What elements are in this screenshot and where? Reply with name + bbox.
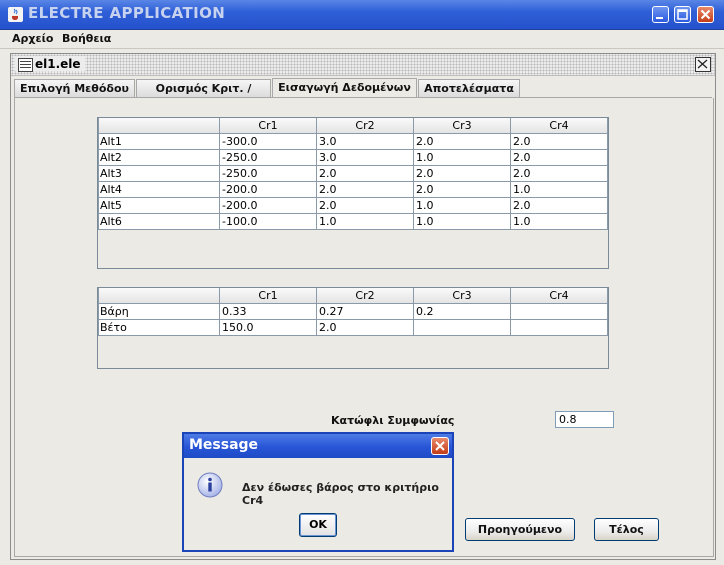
row-label-cell[interactable]: Βάρη (98, 303, 220, 320)
close-icon (697, 59, 708, 69)
table-cell[interactable] (510, 303, 608, 320)
column-header-cr3[interactable]: Cr3 (413, 288, 511, 304)
table-cell[interactable]: 2.0 (510, 133, 608, 150)
row-label-cell[interactable]: Alt6 (98, 213, 220, 230)
finish-button[interactable]: Τέλος (594, 518, 659, 541)
table-cell[interactable]: 2.0 (316, 181, 414, 198)
minimize-icon (656, 17, 663, 19)
table-row: Alt5 -200.0 2.0 1.0 2.0 (98, 197, 608, 214)
table-cell[interactable]: 1.0 (316, 213, 414, 230)
table-row: Alt4 -200.0 2.0 2.0 1.0 (98, 181, 608, 198)
row-label-cell[interactable]: Alt4 (98, 181, 220, 198)
column-header-cr2[interactable]: Cr2 (316, 118, 414, 134)
table-cell[interactable]: -200.0 (219, 197, 317, 214)
close-icon (435, 441, 445, 451)
window-title: ELECTRE APPLICATION (28, 4, 226, 22)
close-button[interactable] (697, 6, 714, 23)
column-header-cr4[interactable]: Cr4 (510, 288, 608, 304)
internal-frame-titlebar[interactable]: el1.ele (11, 54, 715, 76)
internal-frame-close-button[interactable] (695, 57, 711, 72)
tab-criteria[interactable]: Ορισμός Κριτ. / Εναλ. (136, 79, 271, 112)
menu-bar: Αρχείο Βοήθεια (0, 30, 724, 49)
alternatives-table[interactable]: Cr1 Cr2 Cr3 Cr4 Alt1 -300.0 3.0 2.0 2.0 Alt2 -250… (98, 118, 608, 230)
tab-results[interactable]: Αποτελέσματα (418, 79, 520, 97)
table-row: Βέτο 150.0 2.0 (98, 319, 608, 336)
table-cell[interactable]: 0.33 (219, 303, 317, 320)
dialog-title: Message (189, 437, 259, 453)
table-row: Alt2 -250.0 3.0 1.0 2.0 (98, 149, 608, 166)
title-bar[interactable]: ELECTRE APPLICATION (0, 0, 724, 30)
table-cell[interactable] (510, 319, 608, 336)
dialog-titlebar[interactable]: Message (184, 434, 452, 458)
table-cell[interactable]: -100.0 (219, 213, 317, 230)
table-cell[interactable]: 1.0 (413, 149, 511, 166)
table-cell[interactable]: 150.0 (219, 319, 317, 336)
column-header-cr3[interactable]: Cr3 (413, 118, 511, 134)
table-cell[interactable]: 2.0 (316, 165, 414, 182)
threshold-label: Κατώφλι Συμφωνίας (331, 414, 455, 427)
threshold-input[interactable]: 0.8 (555, 411, 614, 428)
row-label-cell[interactable]: Alt5 (98, 197, 220, 214)
table-cell[interactable]: 1.0 (413, 213, 511, 230)
maximize-button[interactable] (674, 6, 691, 23)
table-corner-header[interactable] (98, 118, 220, 134)
table-row: Alt1 -300.0 3.0 2.0 2.0 (98, 133, 608, 150)
table-cell[interactable]: -250.0 (219, 165, 317, 182)
document-icon (18, 58, 33, 72)
column-header-cr1[interactable]: Cr1 (219, 118, 317, 134)
row-label-cell[interactable]: Βέτο (98, 319, 220, 336)
table-cell[interactable]: 3.0 (316, 133, 414, 150)
table-cell[interactable] (413, 319, 511, 336)
java-cup-icon (8, 7, 23, 22)
menu-help[interactable]: Βοήθεια (62, 32, 111, 45)
table-corner-header[interactable] (98, 288, 220, 304)
previous-button[interactable]: Προηγούμενο (465, 518, 575, 541)
table-cell[interactable]: 2.0 (316, 319, 414, 336)
menu-file[interactable]: Αρχείο (12, 32, 53, 45)
table-cell[interactable]: 0.2 (413, 303, 511, 320)
table-cell[interactable]: 1.0 (510, 181, 608, 198)
minimize-button[interactable] (652, 6, 669, 23)
table-cell[interactable]: 2.0 (316, 197, 414, 214)
table-cell[interactable]: 1.0 (413, 197, 511, 214)
table-cell[interactable]: -250.0 (219, 149, 317, 166)
app-window: ELECTRE APPLICATION Αρχείο Βοήθεια el1.e… (0, 0, 724, 565)
alternatives-table-scrollpane: Cr1 Cr2 Cr3 Cr4 Alt1 -300.0 3.0 2.0 2.0 Alt2 -250… (97, 117, 609, 269)
table-cell[interactable]: 2.0 (413, 181, 511, 198)
tab-method[interactable]: Επιλογή Μεθόδου (14, 79, 135, 97)
table-row: Alt6 -100.0 1.0 1.0 1.0 (98, 213, 608, 230)
table-cell[interactable]: 2.0 (413, 133, 511, 150)
table-cell[interactable]: 2.0 (510, 149, 608, 166)
row-label-cell[interactable]: Alt3 (98, 165, 220, 182)
dialog-message: Δεν έδωσες βάρος στο κριτήριο Cr4 (242, 481, 439, 507)
row-label-cell[interactable]: Alt1 (98, 133, 220, 150)
table-row: Alt3 -250.0 2.0 2.0 2.0 (98, 165, 608, 182)
dialog-close-button[interactable] (431, 437, 449, 455)
close-icon (700, 9, 711, 20)
table-cell[interactable]: 3.0 (316, 149, 414, 166)
ok-button[interactable]: OK (299, 513, 337, 537)
table-cell[interactable]: -200.0 (219, 181, 317, 198)
column-header-cr2[interactable]: Cr2 (316, 288, 414, 304)
message-dialog: Message Δεν έδωσες βάρος στο κριτήριο Cr… (182, 432, 454, 552)
table-cell[interactable]: 2.0 (510, 197, 608, 214)
weights-table[interactable]: Cr1 Cr2 Cr3 Cr4 Βάρη 0.33 0.27 0.2 Βέτο 150.0 2.0 (98, 288, 608, 336)
maximize-icon (677, 9, 688, 20)
internal-frame-title: el1.ele (15, 56, 85, 72)
info-icon (197, 472, 223, 498)
table-cell[interactable]: 1.0 (510, 213, 608, 230)
table-cell[interactable]: -300.0 (219, 133, 317, 150)
table-row: Βάρη 0.33 0.27 0.2 (98, 303, 608, 320)
tab-data-entry[interactable]: Εισαγωγή Δεδομένων (272, 78, 417, 98)
column-header-cr4[interactable]: Cr4 (510, 118, 608, 134)
table-cell[interactable]: 2.0 (413, 165, 511, 182)
table-cell[interactable]: 2.0 (510, 165, 608, 182)
row-label-cell[interactable]: Alt2 (98, 149, 220, 166)
weights-table-scrollpane: Cr1 Cr2 Cr3 Cr4 Βάρη 0.33 0.27 0.2 Βέτο 150.0 2.0 (97, 287, 609, 369)
table-cell[interactable]: 0.27 (316, 303, 414, 320)
column-header-cr1[interactable]: Cr1 (219, 288, 317, 304)
internal-frame-title-text: el1.ele (35, 57, 81, 71)
